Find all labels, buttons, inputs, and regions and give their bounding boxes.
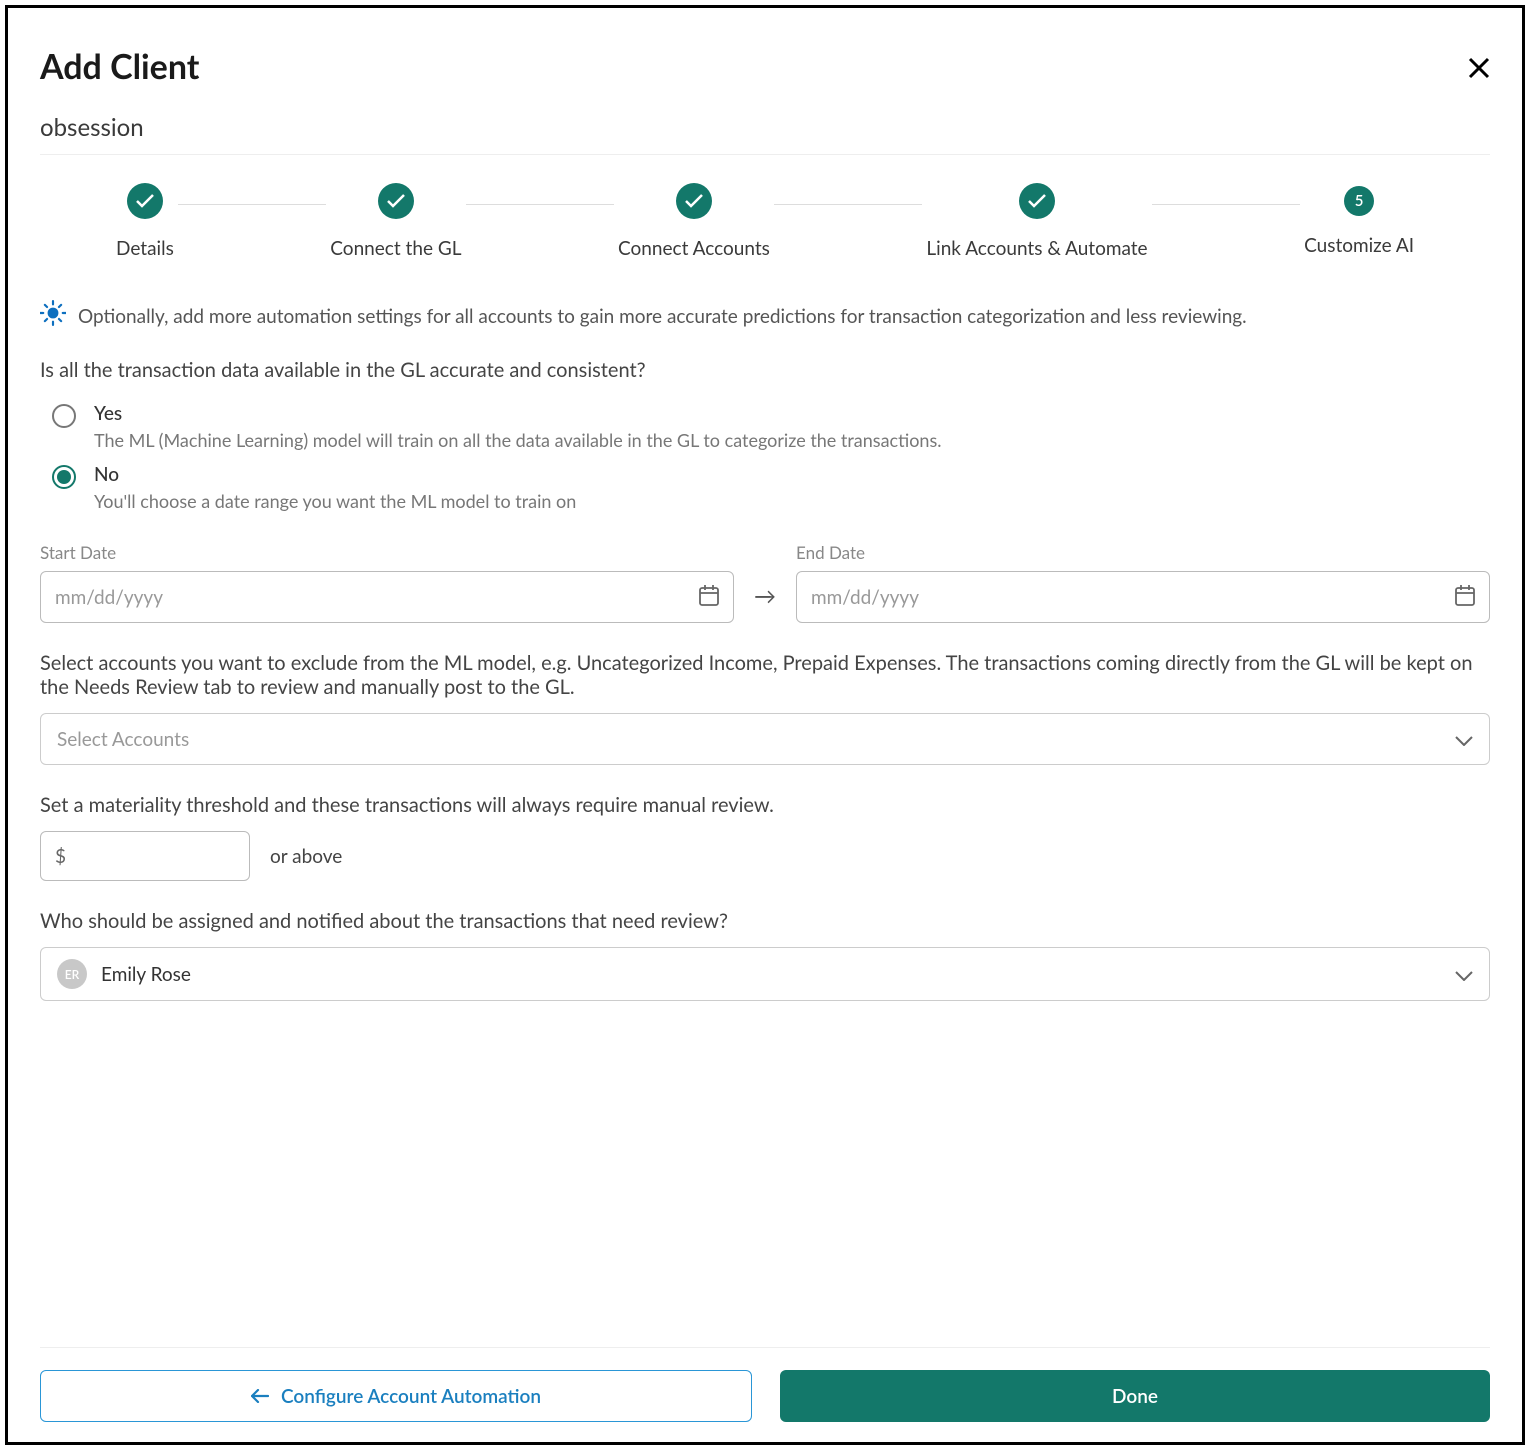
assignee-name: Emily Rose <box>101 963 191 986</box>
step-connect-gl[interactable]: Connect the GL <box>330 183 461 260</box>
radio-description: You'll choose a date range you want the … <box>94 490 576 512</box>
date-range-row: Start Date → End Date <box>40 542 1490 623</box>
end-date-input-wrap[interactable] <box>796 571 1490 623</box>
radio-option-yes[interactable]: Yes The ML (Machine Learning) model will… <box>40 396 1490 457</box>
radio-content: Yes The ML (Machine Learning) model will… <box>94 402 942 451</box>
select-placeholder: Select Accounts <box>57 728 189 751</box>
start-date-field: Start Date <box>40 542 734 623</box>
client-name: obsession <box>40 113 1490 155</box>
currency-prefix: $ <box>55 845 66 868</box>
calendar-icon[interactable] <box>1455 584 1475 611</box>
end-date-label: End Date <box>796 542 1490 563</box>
add-client-modal: Add Client obsession Details Connect the… <box>5 5 1525 1445</box>
end-date-field: End Date <box>796 542 1490 623</box>
modal-title: Add Client <box>40 46 199 87</box>
step-number: 5 <box>1344 186 1374 216</box>
step-connector <box>466 204 614 205</box>
gl-accuracy-question: Is all the transaction data available in… <box>40 358 1490 382</box>
back-button-label: Configure Account Automation <box>281 1385 541 1408</box>
check-icon <box>676 183 712 219</box>
arrow-left-icon <box>251 1385 269 1408</box>
progress-stepper: Details Connect the GL Connect Accounts … <box>40 183 1490 260</box>
info-banner: Optionally, add more automation settings… <box>40 300 1490 332</box>
close-button[interactable] <box>1468 48 1490 86</box>
threshold-row: $ or above <box>40 831 1490 881</box>
radio-option-no[interactable]: No You'll choose a date range you want t… <box>40 457 1490 518</box>
step-link-automate[interactable]: Link Accounts & Automate <box>926 183 1147 260</box>
modal-header: Add Client <box>40 46 1490 87</box>
step-connector <box>1152 204 1300 205</box>
step-label: Connect Accounts <box>618 237 770 260</box>
threshold-input[interactable]: $ <box>40 831 250 881</box>
assignee-value: ER Emily Rose <box>57 959 191 989</box>
assignee-text: Who should be assigned and notified abou… <box>40 909 1490 933</box>
step-label: Details <box>116 237 174 260</box>
step-details[interactable]: Details <box>116 183 174 260</box>
radio-icon <box>52 404 76 428</box>
done-button[interactable]: Done <box>780 1370 1490 1422</box>
calendar-icon[interactable] <box>699 584 719 611</box>
chevron-down-icon <box>1455 963 1473 986</box>
info-text: Optionally, add more automation settings… <box>78 305 1247 328</box>
exclude-accounts-text: Select accounts you want to exclude from… <box>40 651 1490 699</box>
modal-footer: Configure Account Automation Done <box>40 1347 1490 1422</box>
step-connect-accounts[interactable]: Connect Accounts <box>618 183 770 260</box>
radio-content: No You'll choose a date range you want t… <box>94 463 576 512</box>
gl-accuracy-radio-group: Yes The ML (Machine Learning) model will… <box>40 396 1490 518</box>
radio-label: No <box>94 463 576 486</box>
step-connector <box>178 204 326 205</box>
avatar: ER <box>57 959 87 989</box>
step-customize-ai[interactable]: 5 Customize AI <box>1304 186 1414 257</box>
lightbulb-icon <box>40 300 66 332</box>
step-label: Connect the GL <box>330 237 461 260</box>
back-button[interactable]: Configure Account Automation <box>40 1370 752 1422</box>
threshold-suffix: or above <box>270 845 342 868</box>
start-date-label: Start Date <box>40 542 734 563</box>
end-date-input[interactable] <box>811 586 1455 609</box>
radio-icon <box>52 465 76 489</box>
check-icon <box>127 183 163 219</box>
radio-label: Yes <box>94 402 942 425</box>
check-icon <box>378 183 414 219</box>
start-date-input-wrap[interactable] <box>40 571 734 623</box>
threshold-text: Set a materiality threshold and these tr… <box>40 793 1490 817</box>
start-date-input[interactable] <box>55 586 699 609</box>
arrow-right-icon: → <box>754 582 776 609</box>
done-button-label: Done <box>1112 1385 1158 1408</box>
assignee-select[interactable]: ER Emily Rose <box>40 947 1490 1001</box>
radio-description: The ML (Machine Learning) model will tra… <box>94 429 942 451</box>
step-label: Link Accounts & Automate <box>926 237 1147 260</box>
step-label: Customize AI <box>1304 234 1414 257</box>
check-icon <box>1019 183 1055 219</box>
chevron-down-icon <box>1455 728 1473 751</box>
exclude-accounts-select[interactable]: Select Accounts <box>40 713 1490 765</box>
step-connector <box>774 204 922 205</box>
